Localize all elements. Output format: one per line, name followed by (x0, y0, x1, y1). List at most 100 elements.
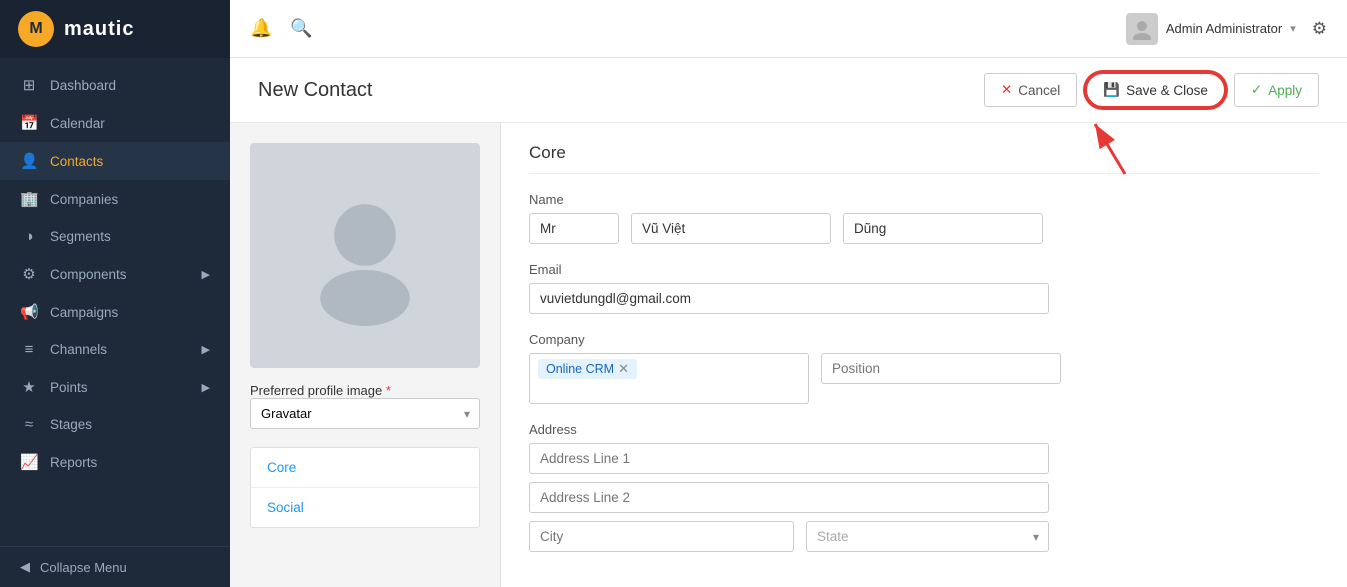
apply-label: Apply (1268, 83, 1302, 98)
save-close-label: Save & Close (1126, 83, 1208, 98)
sidebar-label-dashboard: Dashboard (50, 78, 116, 93)
avatar-placeholder (250, 143, 480, 368)
email-label: Email (529, 262, 1319, 277)
sidebar-item-calendar[interactable]: 📅 Calendar (0, 104, 230, 142)
topbar-left-icons: 🔔 🔍 (250, 18, 1110, 39)
stages-icon: ≈ (20, 416, 38, 433)
left-panel: Preferred profile image * Gravatar ▾ Cor… (230, 123, 500, 587)
sidebar-item-reports[interactable]: 📈 Reports (0, 443, 230, 481)
cancel-button[interactable]: ✕ Cancel (984, 73, 1077, 107)
gravatar-select[interactable]: Gravatar (250, 398, 480, 429)
avatar (1126, 13, 1158, 45)
components-arrow: ▶ (202, 268, 210, 281)
section-link-social[interactable]: Social (251, 488, 479, 527)
email-group: Email (529, 262, 1319, 314)
bell-icon[interactable]: 🔔 (250, 18, 272, 39)
search-icon[interactable]: 🔍 (290, 18, 312, 39)
campaigns-icon: 📢 (20, 303, 38, 321)
sidebar-item-contacts[interactable]: 👤 Contacts (0, 142, 230, 180)
section-links: Core Social (250, 447, 480, 528)
address-label: Address (529, 422, 1319, 437)
address-group: Address State ▾ (529, 422, 1319, 552)
section-link-core[interactable]: Core (251, 448, 479, 488)
sidebar-item-channels[interactable]: ≡ Channels ▶ (0, 331, 230, 368)
address-line1-input[interactable] (529, 443, 1049, 474)
points-icon: ★ (20, 378, 38, 396)
sidebar-label-components: Components (50, 267, 127, 282)
sidebar-label-points: Points (50, 380, 88, 395)
company-tag-input[interactable]: Online CRM ✕ (529, 353, 809, 404)
position-input[interactable] (821, 353, 1061, 384)
required-star: * (386, 383, 391, 398)
state-select[interactable]: State (806, 521, 1049, 552)
save-icon: 💾 (1103, 82, 1120, 98)
company-group: Company Online CRM ✕ (529, 332, 1319, 404)
email-input[interactable] (529, 283, 1049, 314)
company-label: Company (529, 332, 1319, 347)
apply-button[interactable]: ✓ Apply (1234, 73, 1319, 107)
cancel-x-icon: ✕ (1001, 82, 1012, 98)
sidebar-item-components[interactable]: ⚙ Components ▶ (0, 255, 230, 293)
city-input[interactable] (529, 521, 794, 552)
state-select-wrapper: State ▾ (806, 521, 1049, 552)
topbar-right: Admin Administrator ▾ ⚙ (1126, 13, 1327, 45)
components-icon: ⚙ (20, 265, 38, 283)
admin-user-button[interactable]: Admin Administrator ▾ (1126, 13, 1296, 45)
admin-dropdown-arrow: ▾ (1290, 22, 1296, 35)
form-panel: Core Name Email Company (500, 123, 1347, 587)
company-search-input[interactable] (538, 383, 800, 398)
companies-icon: 🏢 (20, 190, 38, 208)
contacts-icon: 👤 (20, 152, 38, 170)
collapse-icon: ◀ (20, 559, 30, 575)
company-tag-remove[interactable]: ✕ (618, 361, 629, 377)
admin-name: Admin Administrator (1166, 21, 1282, 36)
collapse-menu-button[interactable]: ◀ Collapse Menu (0, 546, 230, 587)
section-title: Core (529, 143, 1319, 174)
calendar-icon: 📅 (20, 114, 38, 132)
cancel-label: Cancel (1018, 83, 1060, 98)
name-first-input[interactable] (631, 213, 831, 244)
logo-area[interactable]: M mautic (0, 0, 230, 58)
action-buttons: ✕ Cancel 💾 Save & Close (984, 72, 1319, 108)
main-content: 🔔 🔍 Admin Administrator ▾ ⚙ New Contact … (230, 0, 1347, 587)
page-title: New Contact (258, 79, 373, 102)
name-title-input[interactable] (529, 213, 619, 244)
sidebar-item-points[interactable]: ★ Points ▶ (0, 368, 230, 406)
sidebar-item-stages[interactable]: ≈ Stages (0, 406, 230, 443)
sidebar-label-segments: Segments (50, 229, 111, 244)
name-group: Name (529, 192, 1319, 244)
apply-check-icon: ✓ (1251, 82, 1262, 98)
sidebar-item-companies[interactable]: 🏢 Companies (0, 180, 230, 218)
dashboard-icon: ⊞ (20, 76, 38, 94)
sidebar-label-companies: Companies (50, 192, 118, 207)
company-row: Online CRM ✕ (529, 353, 1319, 404)
sidebar-item-segments[interactable]: ◑ Segments (0, 218, 230, 255)
save-close-button[interactable]: 💾 Save & Close (1085, 72, 1226, 108)
address-line2-input[interactable] (529, 482, 1049, 513)
sidebar: M mautic ⊞ Dashboard 📅 Calendar 👤 Contac… (0, 0, 230, 587)
sidebar-label-contacts: Contacts (50, 154, 103, 169)
points-arrow: ▶ (202, 381, 210, 394)
page-header: New Contact ✕ Cancel 💾 Save & Close (230, 58, 1347, 123)
collapse-label: Collapse Menu (40, 560, 127, 575)
sidebar-label-campaigns: Campaigns (50, 305, 118, 320)
gravatar-select-wrapper: Gravatar ▾ (250, 398, 480, 429)
profile-image-group: Preferred profile image * Gravatar ▾ (250, 382, 480, 429)
profile-image-label: Preferred profile image * (250, 383, 391, 398)
sidebar-item-campaigns[interactable]: 📢 Campaigns (0, 293, 230, 331)
content-area: Preferred profile image * Gravatar ▾ Cor… (230, 123, 1347, 587)
logo-icon: M (18, 11, 54, 47)
app-name: mautic (64, 18, 134, 41)
company-tag-text: Online CRM (546, 362, 614, 376)
avatar-silhouette (295, 186, 435, 326)
gear-icon[interactable]: ⚙ (1312, 19, 1327, 39)
sidebar-label-calendar: Calendar (50, 116, 105, 131)
name-label: Name (529, 192, 1319, 207)
save-close-wrapper: 💾 Save & Close (1085, 72, 1226, 108)
sidebar-item-dashboard[interactable]: ⊞ Dashboard (0, 66, 230, 104)
sidebar-label-channels: Channels (50, 342, 107, 357)
sidebar-nav: ⊞ Dashboard 📅 Calendar 👤 Contacts 🏢 Comp… (0, 58, 230, 546)
channels-icon: ≡ (20, 341, 38, 358)
sidebar-label-reports: Reports (50, 455, 97, 470)
name-last-input[interactable] (843, 213, 1043, 244)
